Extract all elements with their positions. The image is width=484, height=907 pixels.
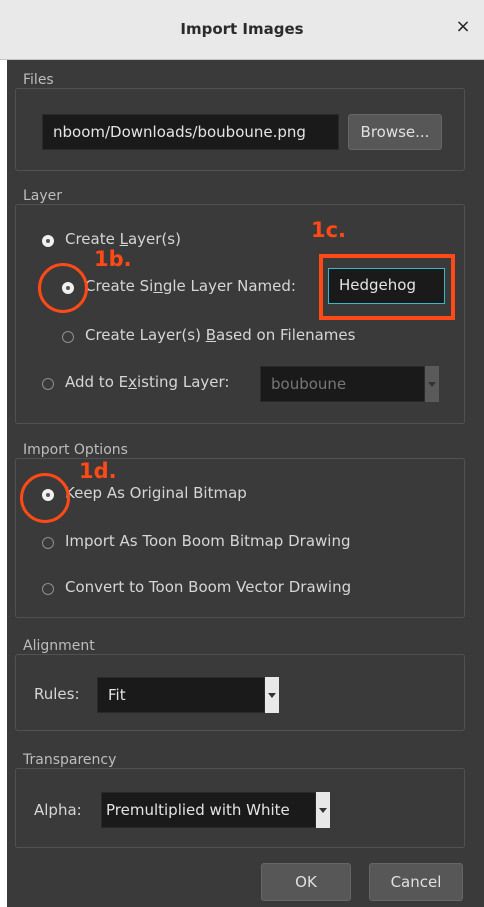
- window-title: Import Images: [180, 20, 304, 38]
- import-options-group-title: Import Options: [23, 442, 136, 458]
- single-layer-label: Create Single Layer Named:: [85, 277, 296, 295]
- toon-vector-label: Convert to Toon Boom Vector Drawing: [65, 578, 352, 596]
- existing-layer-select[interactable]: bouboune: [260, 366, 425, 402]
- based-on-filenames-label: Create Layer(s) Based on Filenames: [85, 326, 356, 344]
- add-existing-label: Add to Existing Layer:: [65, 373, 230, 391]
- based-on-filenames-radio[interactable]: [62, 331, 74, 343]
- alpha-select[interactable]: Premultiplied with White: [101, 792, 316, 828]
- annotation-label-1c: 1c.: [311, 218, 347, 242]
- browse-button[interactable]: Browse...: [348, 114, 442, 150]
- existing-layer-dropdown-icon[interactable]: [425, 366, 439, 402]
- toon-bitmap-radio[interactable]: [42, 537, 54, 549]
- create-layers-radio[interactable]: [42, 235, 54, 247]
- annotation-box-1c: [319, 254, 455, 320]
- cancel-button[interactable]: Cancel: [369, 863, 463, 901]
- rules-value: Fit: [108, 686, 126, 704]
- toon-vector-radio[interactable]: [42, 583, 54, 595]
- alpha-label: Alpha:: [34, 801, 82, 819]
- file-path-field[interactable]: nboom/Downloads/bouboune.png: [42, 114, 339, 150]
- title-bar: Import Images ×: [0, 0, 484, 60]
- file-path-value: nboom/Downloads/bouboune.png: [53, 123, 306, 141]
- annotation-label-1b: 1b.: [94, 247, 132, 271]
- layer-group-title: Layer: [23, 188, 71, 204]
- transparency-group-title: Transparency: [23, 752, 125, 768]
- create-layers-label: Create Layer(s): [65, 230, 181, 248]
- alignment-group-title: Alignment: [23, 638, 103, 654]
- rules-select[interactable]: Fit: [97, 677, 265, 713]
- annotation-label-1d: 1d.: [79, 459, 117, 483]
- rules-dropdown-icon[interactable]: [265, 677, 279, 713]
- ok-button[interactable]: OK: [261, 863, 351, 901]
- keep-original-label: Keep As Original Bitmap: [65, 484, 247, 502]
- files-group-title: Files: [23, 72, 62, 88]
- existing-layer-value: bouboune: [271, 375, 347, 393]
- alpha-value: Premultiplied with White: [106, 801, 290, 819]
- import-images-dialog: Files nboom/Downloads/bouboune.png Brows…: [7, 60, 484, 907]
- annotation-circle-1b: [38, 263, 88, 313]
- annotation-circle-1d: [20, 473, 70, 523]
- rules-label: Rules:: [34, 685, 80, 703]
- alpha-dropdown-icon[interactable]: [316, 792, 330, 828]
- add-existing-radio[interactable]: [42, 378, 54, 390]
- toon-bitmap-label: Import As Toon Boom Bitmap Drawing: [65, 532, 351, 550]
- close-icon[interactable]: ×: [454, 18, 472, 36]
